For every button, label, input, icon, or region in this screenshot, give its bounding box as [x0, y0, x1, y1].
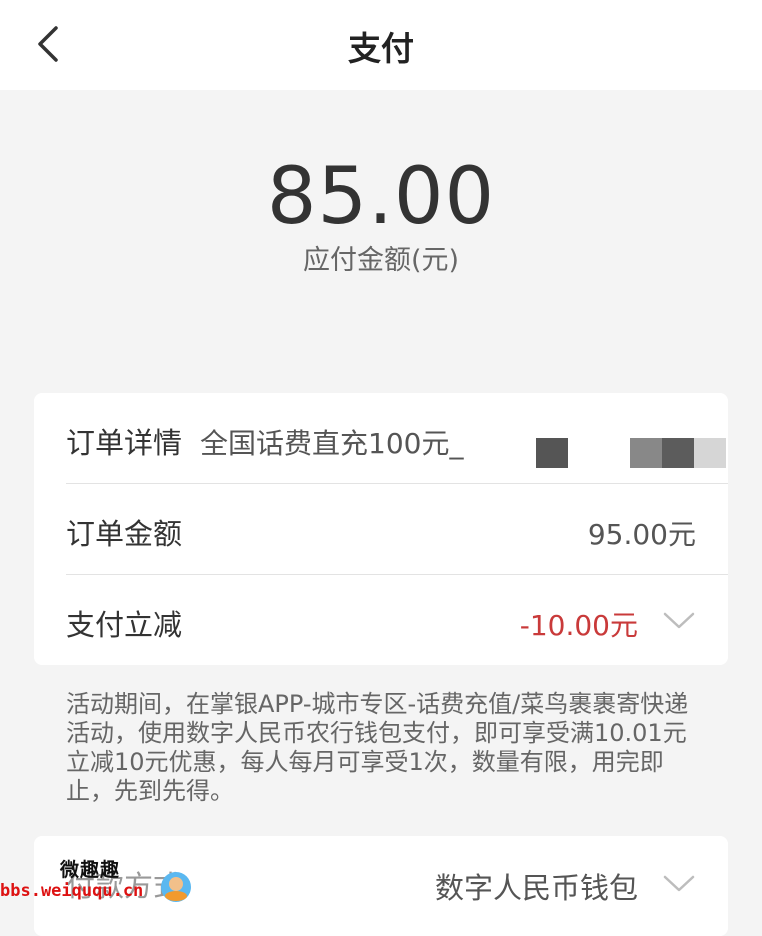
payment-amount-label: 应付金额(元)	[302, 245, 460, 276]
nav-bar: 支付	[0, 0, 762, 90]
order-detail-label: 订单详情	[66, 426, 183, 460]
order-detail-value: 全国话费直充100元_	[200, 427, 464, 460]
order-amount-value: 95.00元	[587, 518, 696, 551]
discount-label: 支付立减	[66, 608, 183, 642]
discount-value: -10.00元	[519, 609, 638, 642]
payment-method-value: 数字人民币钱包	[434, 871, 638, 905]
chevron-down-icon[interactable]	[662, 874, 696, 894]
order-card: 订单详情 全国话费直充100元_ 订单金额 95.00元 支付立减 -10.00…	[34, 393, 728, 665]
watermark-url: bbs.weiququ.cn	[0, 881, 144, 901]
promotion-note: 活动期间，在掌银APP-城市专区-话费充值/菜鸟裹裹寄快递活动，使用数字人民币农…	[66, 690, 689, 805]
order-amount-row: 订单金额 95.00元	[66, 484, 728, 574]
order-detail-row: 订单详情 全国话费直充100元_	[66, 393, 728, 483]
mascot-icon	[161, 872, 191, 902]
redacted-mosaic	[536, 438, 726, 468]
payment-amount: 85.00	[266, 152, 496, 242]
order-amount-label: 订单金额	[66, 517, 183, 551]
page-title: 支付	[348, 29, 414, 68]
chevron-down-icon[interactable]	[662, 611, 696, 631]
watermark: 微趣趣 bbs.weiququ.cn	[0, 855, 200, 920]
discount-row[interactable]: 支付立减 -10.00元	[66, 575, 728, 665]
watermark-text: 微趣趣	[60, 859, 121, 881]
